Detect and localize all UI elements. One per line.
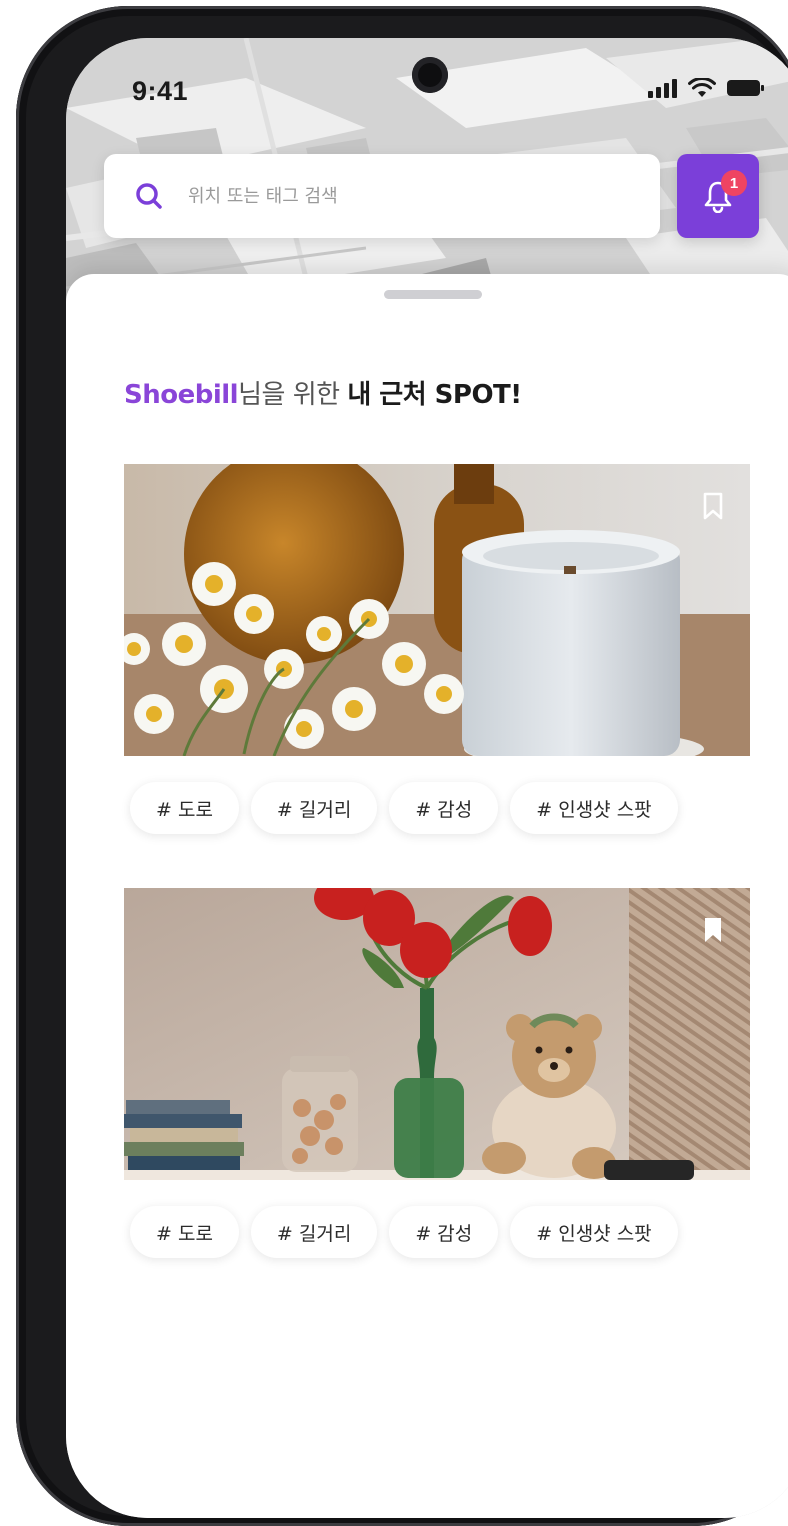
heading-title: 내 근처 SPOT!: [347, 380, 522, 410]
status-time: 9:41: [132, 76, 189, 106]
front-camera: [412, 57, 448, 93]
bookmark-icon[interactable]: [702, 492, 724, 520]
search-bar[interactable]: [104, 154, 660, 238]
spot-photo[interactable]: [124, 888, 750, 1180]
tag-chip[interactable]: # 인생샷 스팟: [510, 1206, 678, 1258]
tag-chip[interactable]: # 감성: [389, 1206, 499, 1258]
search-input[interactable]: [186, 184, 606, 208]
tag-list: # 도로 # 길거리 # 감성 # 인생샷 스팟: [130, 1206, 750, 1258]
spot-card[interactable]: # 도로 # 길거리 # 감성 # 인생샷 스팟: [124, 888, 750, 1258]
heading-suffix: 님을 위한: [238, 380, 348, 410]
tag-chip[interactable]: # 도로: [130, 782, 239, 834]
candle-photo: [124, 464, 750, 756]
tag-list: # 도로 # 길거리 # 감성 # 인생샷 스팟: [130, 782, 750, 834]
notification-badge: 1: [721, 170, 747, 196]
screen: 9:41 위치 또는 태그 검색 1 Shoebill님을 위한 내 근처 SP…: [66, 38, 788, 1518]
tag-chip[interactable]: # 감성: [389, 782, 499, 834]
signal-icon: [648, 79, 677, 98]
search-icon: [136, 183, 162, 209]
tag-chip[interactable]: # 길거리: [250, 1206, 378, 1258]
tag-chip[interactable]: # 길거리: [250, 782, 378, 834]
notification-button[interactable]: 1: [677, 154, 759, 238]
tag-chip[interactable]: # 인생샷 스팟: [510, 782, 678, 834]
sheet-heading: Shoebill님을 위한 내 근처 SPOT!: [124, 374, 522, 411]
tag-chip[interactable]: # 도로: [130, 1206, 239, 1258]
heading-username: Shoebill: [124, 380, 239, 410]
battery-icon: [727, 80, 764, 96]
phone-frame: 9:41 위치 또는 태그 검색 1 Shoebill님을 위한 내 근처 SP…: [16, 6, 788, 1526]
sheet-drag-handle[interactable]: [384, 290, 482, 299]
spot-card[interactable]: # 도로 # 길거리 # 감성 # 인생샷 스팟: [124, 464, 750, 834]
status-icons: [648, 78, 766, 98]
spot-photo[interactable]: [124, 464, 750, 756]
bookmark-filled-icon[interactable]: [702, 916, 724, 944]
tulip-photo: [124, 888, 750, 1180]
bottom-sheet: Shoebill님을 위한 내 근처 SPOT! # 도로 # 길거리 # 감성…: [66, 274, 788, 1518]
wifi-icon: [688, 78, 716, 97]
